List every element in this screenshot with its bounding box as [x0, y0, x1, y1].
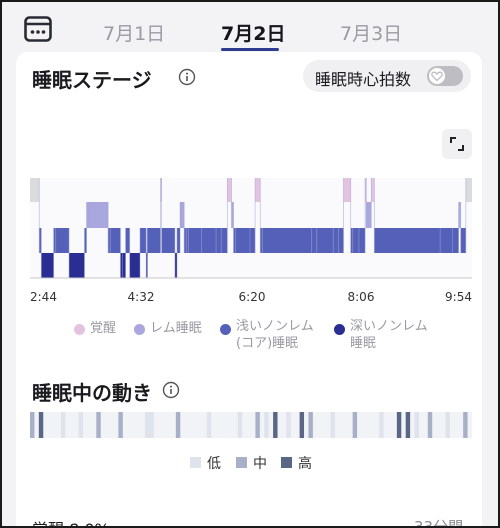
movement-band-high: [273, 412, 278, 438]
tab-date-next[interactable]: 7月3日: [340, 19, 402, 46]
movement-legend-mid: 中: [253, 456, 267, 472]
active-tab-indicator: [221, 48, 279, 51]
movement-band-mid: [30, 412, 35, 438]
movement-band-high: [405, 412, 411, 438]
movement-legend-high-swatch: [281, 457, 292, 468]
movement-band-low: [379, 412, 384, 438]
tab-date-prev[interactable]: 7月1日: [103, 19, 165, 46]
movement-band-low: [206, 412, 212, 438]
movement-band-mid: [463, 412, 468, 438]
movement-band-low: [264, 412, 269, 438]
movement-band-low: [60, 412, 66, 438]
movement-legend-low: 低: [207, 456, 221, 472]
movement-band-mid: [255, 412, 260, 438]
calendar-icon[interactable]: [24, 16, 52, 42]
movement-strip: [30, 412, 472, 438]
movement-band-mid: [175, 412, 181, 438]
tab-date-current[interactable]: 7月2日: [221, 19, 285, 46]
awake-percentage: 覚醒 8.0%: [32, 516, 110, 526]
movement-band-low: [330, 412, 335, 438]
movement-band-mid: [96, 412, 101, 438]
movement-legend-mid-swatch: [236, 457, 247, 468]
awake-duration: 33分間: [414, 518, 464, 528]
movement-band-mid: [427, 412, 433, 438]
movement-band-high: [396, 412, 402, 438]
movement-band-mid: [352, 412, 358, 438]
movement-legend-low-swatch: [190, 457, 201, 468]
movement-legend-high: 高: [298, 456, 312, 472]
date-header: 7月1日 7月2日 7月3日: [2, 2, 498, 58]
movement-band-high: [38, 412, 44, 438]
movement-band-mid: [308, 412, 313, 438]
sleep-screen: 7月1日 7月2日 7月3日 睡眠ステージ 睡眠時心拍数 2:44 4:32 6…: [0, 0, 500, 528]
movement-band-low: [445, 412, 450, 438]
sleep-card: 睡眠ステージ 睡眠時心拍数 2:44 4:32 6:20 8:06 9:54 覚…: [16, 52, 482, 528]
movement-band-high: [299, 412, 305, 438]
movement-band-mid: [118, 412, 123, 438]
movement-band-low: [144, 412, 154, 438]
movement-band-low: [286, 412, 291, 438]
movement-band-low: [237, 412, 243, 438]
movement-band-low: [78, 412, 84, 438]
movement-band-low: [414, 412, 419, 438]
